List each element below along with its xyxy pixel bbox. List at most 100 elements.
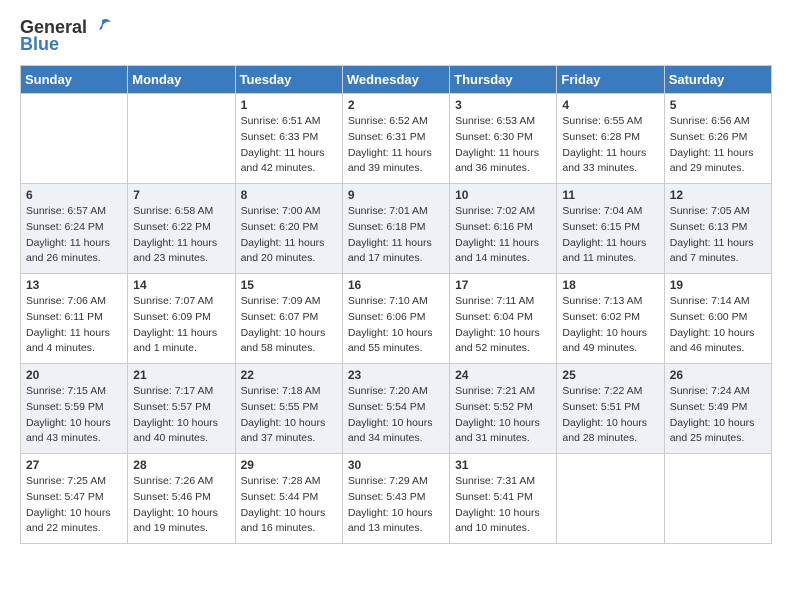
- logo-blue: Blue: [20, 34, 113, 55]
- sunrise-text: Sunrise: 7:31 AM: [455, 475, 535, 487]
- day-info: Sunrise: 7:29 AM Sunset: 5:43 PM Dayligh…: [348, 474, 444, 537]
- calendar-table: SundayMondayTuesdayWednesdayThursdayFrid…: [20, 65, 772, 544]
- calendar-cell: 19 Sunrise: 7:14 AM Sunset: 6:00 PM Dayl…: [664, 274, 771, 364]
- calendar-cell: 14 Sunrise: 7:07 AM Sunset: 6:09 PM Dayl…: [128, 274, 235, 364]
- day-number: 22: [241, 368, 337, 382]
- sunset-text: Sunset: 5:46 PM: [133, 491, 211, 503]
- sunset-text: Sunset: 6:07 PM: [241, 311, 319, 323]
- day-number: 29: [241, 458, 337, 472]
- calendar-cell: 3 Sunrise: 6:53 AM Sunset: 6:30 PM Dayli…: [450, 94, 557, 184]
- sunset-text: Sunset: 5:59 PM: [26, 401, 104, 413]
- calendar-week: 20 Sunrise: 7:15 AM Sunset: 5:59 PM Dayl…: [21, 364, 772, 454]
- calendar-cell: 20 Sunrise: 7:15 AM Sunset: 5:59 PM Dayl…: [21, 364, 128, 454]
- sunrise-text: Sunrise: 7:18 AM: [241, 385, 321, 397]
- header-row: SundayMondayTuesdayWednesdayThursdayFrid…: [21, 66, 772, 94]
- sunset-text: Sunset: 6:06 PM: [348, 311, 426, 323]
- day-number: 7: [133, 188, 229, 202]
- calendar-cell: [21, 94, 128, 184]
- day-info: Sunrise: 7:04 AM Sunset: 6:15 PM Dayligh…: [562, 204, 658, 267]
- calendar-cell: 18 Sunrise: 7:13 AM Sunset: 6:02 PM Dayl…: [557, 274, 664, 364]
- daylight-text: Daylight: 11 hours and 20 minutes.: [241, 237, 325, 265]
- calendar-cell: 31 Sunrise: 7:31 AM Sunset: 5:41 PM Dayl…: [450, 454, 557, 544]
- calendar-cell: 27 Sunrise: 7:25 AM Sunset: 5:47 PM Dayl…: [21, 454, 128, 544]
- daylight-text: Daylight: 10 hours and 19 minutes.: [133, 507, 218, 535]
- daylight-text: Daylight: 10 hours and 22 minutes.: [26, 507, 111, 535]
- daylight-text: Daylight: 11 hours and 36 minutes.: [455, 147, 539, 175]
- day-info: Sunrise: 7:17 AM Sunset: 5:57 PM Dayligh…: [133, 384, 229, 447]
- day-info: Sunrise: 6:53 AM Sunset: 6:30 PM Dayligh…: [455, 114, 551, 177]
- sunset-text: Sunset: 6:04 PM: [455, 311, 533, 323]
- day-info: Sunrise: 6:55 AM Sunset: 6:28 PM Dayligh…: [562, 114, 658, 177]
- sunset-text: Sunset: 5:47 PM: [26, 491, 104, 503]
- daylight-text: Daylight: 10 hours and 37 minutes.: [241, 417, 326, 445]
- sunset-text: Sunset: 6:26 PM: [670, 131, 748, 143]
- day-info: Sunrise: 6:57 AM Sunset: 6:24 PM Dayligh…: [26, 204, 122, 267]
- sunrise-text: Sunrise: 7:26 AM: [133, 475, 213, 487]
- sunset-text: Sunset: 6:20 PM: [241, 221, 319, 233]
- day-info: Sunrise: 7:24 AM Sunset: 5:49 PM Dayligh…: [670, 384, 766, 447]
- day-number: 24: [455, 368, 551, 382]
- day-number: 8: [241, 188, 337, 202]
- day-info: Sunrise: 7:02 AM Sunset: 6:16 PM Dayligh…: [455, 204, 551, 267]
- sunrise-text: Sunrise: 7:09 AM: [241, 295, 321, 307]
- sunset-text: Sunset: 6:28 PM: [562, 131, 640, 143]
- daylight-text: Daylight: 11 hours and 42 minutes.: [241, 147, 325, 175]
- sunrise-text: Sunrise: 7:04 AM: [562, 205, 642, 217]
- sunset-text: Sunset: 6:09 PM: [133, 311, 211, 323]
- sunrise-text: Sunrise: 7:24 AM: [670, 385, 750, 397]
- sunrise-text: Sunrise: 6:52 AM: [348, 115, 428, 127]
- daylight-text: Daylight: 11 hours and 4 minutes.: [26, 327, 110, 355]
- daylight-text: Daylight: 11 hours and 29 minutes.: [670, 147, 754, 175]
- calendar-cell: [664, 454, 771, 544]
- calendar-week: 1 Sunrise: 6:51 AM Sunset: 6:33 PM Dayli…: [21, 94, 772, 184]
- calendar-cell: 22 Sunrise: 7:18 AM Sunset: 5:55 PM Dayl…: [235, 364, 342, 454]
- calendar-cell: 4 Sunrise: 6:55 AM Sunset: 6:28 PM Dayli…: [557, 94, 664, 184]
- day-number: 21: [133, 368, 229, 382]
- day-number: 23: [348, 368, 444, 382]
- sunrise-text: Sunrise: 6:56 AM: [670, 115, 750, 127]
- day-number: 12: [670, 188, 766, 202]
- header-day: Wednesday: [342, 66, 449, 94]
- day-info: Sunrise: 7:22 AM Sunset: 5:51 PM Dayligh…: [562, 384, 658, 447]
- day-info: Sunrise: 6:52 AM Sunset: 6:31 PM Dayligh…: [348, 114, 444, 177]
- day-number: 11: [562, 188, 658, 202]
- daylight-text: Daylight: 11 hours and 23 minutes.: [133, 237, 217, 265]
- day-info: Sunrise: 6:51 AM Sunset: 6:33 PM Dayligh…: [241, 114, 337, 177]
- calendar-week: 13 Sunrise: 7:06 AM Sunset: 6:11 PM Dayl…: [21, 274, 772, 364]
- sunrise-text: Sunrise: 7:10 AM: [348, 295, 428, 307]
- day-info: Sunrise: 7:26 AM Sunset: 5:46 PM Dayligh…: [133, 474, 229, 537]
- daylight-text: Daylight: 10 hours and 28 minutes.: [562, 417, 647, 445]
- day-info: Sunrise: 7:11 AM Sunset: 6:04 PM Dayligh…: [455, 294, 551, 357]
- calendar-cell: 16 Sunrise: 7:10 AM Sunset: 6:06 PM Dayl…: [342, 274, 449, 364]
- calendar-cell: 23 Sunrise: 7:20 AM Sunset: 5:54 PM Dayl…: [342, 364, 449, 454]
- day-info: Sunrise: 7:10 AM Sunset: 6:06 PM Dayligh…: [348, 294, 444, 357]
- day-info: Sunrise: 7:00 AM Sunset: 6:20 PM Dayligh…: [241, 204, 337, 267]
- daylight-text: Daylight: 10 hours and 10 minutes.: [455, 507, 540, 535]
- calendar-week: 6 Sunrise: 6:57 AM Sunset: 6:24 PM Dayli…: [21, 184, 772, 274]
- sunrise-text: Sunrise: 7:02 AM: [455, 205, 535, 217]
- day-number: 9: [348, 188, 444, 202]
- sunrise-text: Sunrise: 7:14 AM: [670, 295, 750, 307]
- sunset-text: Sunset: 5:57 PM: [133, 401, 211, 413]
- day-info: Sunrise: 7:09 AM Sunset: 6:07 PM Dayligh…: [241, 294, 337, 357]
- sunrise-text: Sunrise: 7:07 AM: [133, 295, 213, 307]
- sunrise-text: Sunrise: 7:25 AM: [26, 475, 106, 487]
- calendar-cell: 15 Sunrise: 7:09 AM Sunset: 6:07 PM Dayl…: [235, 274, 342, 364]
- header-day: Monday: [128, 66, 235, 94]
- day-number: 15: [241, 278, 337, 292]
- calendar-cell: 9 Sunrise: 7:01 AM Sunset: 6:18 PM Dayli…: [342, 184, 449, 274]
- day-number: 18: [562, 278, 658, 292]
- sunset-text: Sunset: 6:00 PM: [670, 311, 748, 323]
- sunset-text: Sunset: 5:51 PM: [562, 401, 640, 413]
- daylight-text: Daylight: 10 hours and 52 minutes.: [455, 327, 540, 355]
- calendar-cell: 30 Sunrise: 7:29 AM Sunset: 5:43 PM Dayl…: [342, 454, 449, 544]
- calendar-cell: 24 Sunrise: 7:21 AM Sunset: 5:52 PM Dayl…: [450, 364, 557, 454]
- sunset-text: Sunset: 5:49 PM: [670, 401, 748, 413]
- sunset-text: Sunset: 6:15 PM: [562, 221, 640, 233]
- calendar-cell: 25 Sunrise: 7:22 AM Sunset: 5:51 PM Dayl…: [557, 364, 664, 454]
- sunrise-text: Sunrise: 6:51 AM: [241, 115, 321, 127]
- daylight-text: Daylight: 11 hours and 39 minutes.: [348, 147, 432, 175]
- day-info: Sunrise: 7:28 AM Sunset: 5:44 PM Dayligh…: [241, 474, 337, 537]
- daylight-text: Daylight: 11 hours and 14 minutes.: [455, 237, 539, 265]
- calendar-cell: 7 Sunrise: 6:58 AM Sunset: 6:22 PM Dayli…: [128, 184, 235, 274]
